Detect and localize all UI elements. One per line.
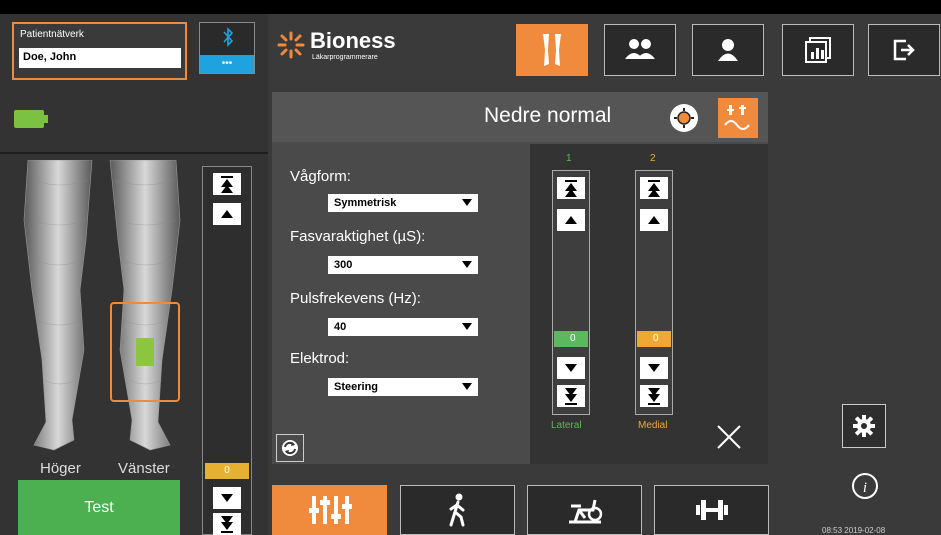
- strength-tab[interactable]: [654, 485, 769, 535]
- stimulation-tab[interactable]: [272, 485, 387, 535]
- patient-network-label: Patientnätverk: [20, 29, 84, 40]
- user-nav-button[interactable]: [692, 24, 764, 76]
- legs-nav-button[interactable]: [516, 24, 588, 76]
- pulse-frequency-value: 40: [334, 321, 347, 333]
- slider-min-down-button[interactable]: [213, 513, 241, 535]
- phase-duration-value: 300: [334, 259, 353, 271]
- group-nav-button[interactable]: [604, 24, 676, 76]
- left-panel: Patientnätverk Doe, John ••• Höger Vänst…: [0, 14, 268, 535]
- logout-icon: [893, 39, 915, 61]
- gear-icon: [853, 415, 875, 437]
- channel-1-value: 0: [554, 331, 588, 347]
- dumbbell-icon: [695, 500, 728, 520]
- channel-1-name: Lateral: [551, 420, 582, 431]
- leg-label-right: Höger: [40, 460, 81, 477]
- channel-2-min-down-button[interactable]: [640, 385, 668, 407]
- intensity-slider-track[interactable]: 0: [202, 166, 252, 535]
- pulse-frequency-select[interactable]: 40: [328, 318, 478, 336]
- bluetooth-status[interactable]: •••: [199, 22, 255, 74]
- bluetooth-icon: [220, 27, 236, 47]
- close-icon: [717, 425, 741, 449]
- cycling-tab[interactable]: [527, 485, 642, 535]
- close-button[interactable]: [714, 422, 744, 452]
- refresh-icon: [282, 440, 298, 456]
- waveform-settings-button[interactable]: [718, 98, 758, 138]
- waveform-label: Vågform:: [290, 168, 351, 185]
- battery-icon: [14, 110, 48, 128]
- device-dots: •••: [200, 55, 254, 73]
- settings-panel: Nedre normal Vågform: Symmetrisk Fasvara…: [272, 92, 768, 464]
- info-icon: i: [852, 473, 878, 499]
- channel-1-slider[interactable]: 0: [552, 170, 590, 415]
- walking-icon: [449, 493, 464, 527]
- chevron-down-icon: [462, 383, 472, 390]
- phase-duration-select[interactable]: 300: [328, 256, 478, 274]
- legs-icon: [543, 34, 561, 66]
- patient-network-box[interactable]: Patientnätverk Doe, John: [12, 22, 187, 80]
- slider-value-badge: 0: [205, 463, 249, 479]
- bioness-logo: Bioness Läkarprogrammerare: [276, 26, 426, 70]
- waveform-value: Symmetrisk: [334, 197, 397, 209]
- test-button[interactable]: Test: [18, 480, 180, 535]
- brightness-icon: [674, 108, 694, 128]
- electrode-value: Steering: [334, 381, 379, 393]
- chevron-down-icon: [462, 199, 472, 206]
- report-icon: [805, 37, 831, 63]
- chevron-down-icon: [462, 261, 472, 268]
- channel-2-name: Medial: [638, 420, 668, 431]
- channel-2-up-button[interactable]: [640, 209, 668, 231]
- chevron-down-icon: [462, 323, 472, 330]
- channel-2-number: 2: [650, 153, 656, 164]
- slider-up-button[interactable]: [213, 203, 241, 225]
- settings-button[interactable]: [842, 404, 886, 448]
- sun-icon: [276, 30, 306, 60]
- walking-tab[interactable]: [400, 485, 515, 535]
- brand-name: Bioness: [310, 28, 396, 53]
- channel-2-slider[interactable]: 0: [635, 170, 673, 415]
- user-icon: [718, 39, 738, 61]
- leg-label-left: Vänster: [118, 460, 170, 477]
- patient-name-field[interactable]: Doe, John: [19, 48, 181, 68]
- slider-max-up-button[interactable]: [213, 173, 241, 195]
- logout-nav-button[interactable]: [868, 24, 940, 76]
- group-icon: [625, 39, 655, 59]
- channel-1-up-button[interactable]: [557, 209, 585, 231]
- test-button-label: Test: [84, 498, 114, 516]
- exercise-bike-icon: [568, 499, 602, 524]
- channel-1-max-up-button[interactable]: [557, 177, 585, 199]
- electrode-select[interactable]: Steering: [328, 378, 478, 396]
- channel-2-max-up-button[interactable]: [640, 177, 668, 199]
- electrode-label: Elektrod:: [290, 350, 350, 367]
- waveform-select[interactable]: Symmetrisk: [328, 194, 478, 212]
- electrode-region[interactable]: [110, 302, 180, 402]
- phase-duration-label: Fasvaraktighet (µS):: [290, 228, 426, 245]
- panel-title: Nedre normal: [484, 104, 612, 127]
- report-nav-button[interactable]: [782, 24, 854, 76]
- slider-down-button[interactable]: [213, 487, 241, 509]
- channel-1-min-down-button[interactable]: [557, 385, 585, 407]
- refresh-button[interactable]: [276, 434, 304, 462]
- waveform-settings-icon: [724, 105, 750, 130]
- brand-subtitle: Läkarprogrammerare: [312, 54, 378, 61]
- svg-text:i: i: [863, 480, 867, 496]
- brightness-button[interactable]: [670, 104, 698, 132]
- channel-2-value: 0: [637, 331, 671, 347]
- divider: [0, 152, 268, 154]
- channel-1-number: 1: [566, 153, 572, 164]
- info-button[interactable]: i: [850, 471, 880, 501]
- channel-1-down-button[interactable]: [557, 357, 585, 379]
- electrode-pad: [136, 338, 154, 366]
- pulse-frequency-label: Pulsfrekevens (Hz):: [290, 290, 421, 307]
- channel-2-down-button[interactable]: [640, 357, 668, 379]
- status-datetime: 08:53 2019-02-08: [822, 526, 886, 535]
- sliders-icon: [308, 496, 352, 524]
